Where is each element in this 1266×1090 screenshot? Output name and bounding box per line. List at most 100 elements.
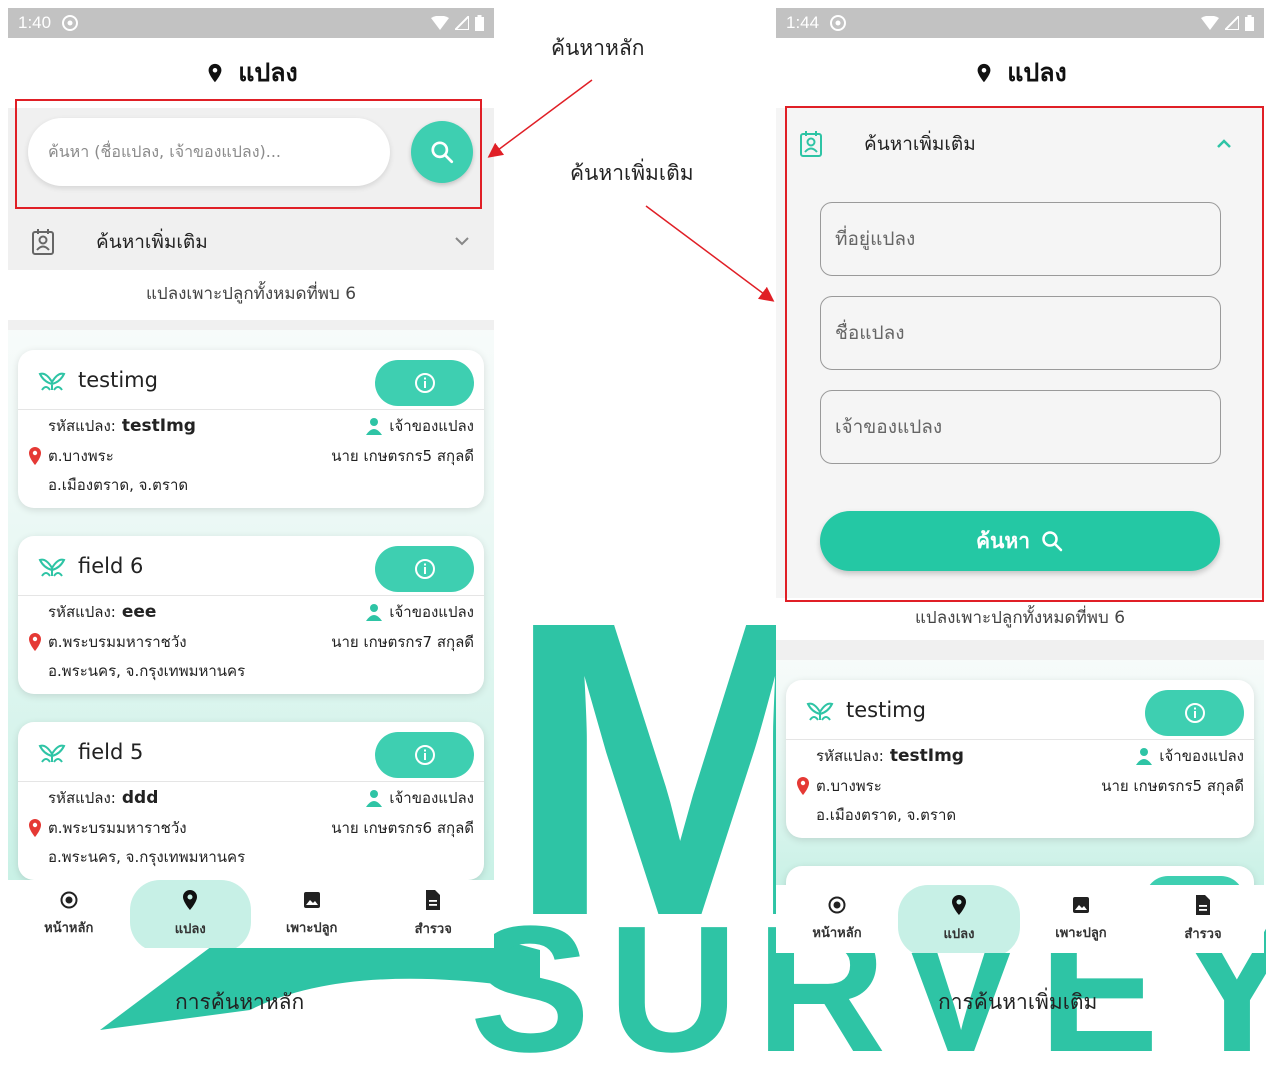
contact-card-icon [32,228,54,255]
code-label: รหัสแปลง: [816,747,884,765]
bottom-nav: หน้าหลัก แปลง เพาะปลูก สำรวจ [8,880,494,948]
status-bar: 1:40 [8,8,494,38]
nav-label: แปลง [174,921,206,937]
field-list: testimg รหัสแปลง: testImg เจ้าของแปลง ต.บ… [8,330,494,880]
battery-icon [1245,15,1254,31]
status-time: 1:44 [786,13,820,32]
annotation-main-search: ค้นหาหลัก [551,36,645,60]
field-code: testImg [121,416,196,436]
status-bar: 1:44 [776,8,1264,38]
field-card[interactable]: testimg รหัสแปลง: testImg เจ้าของแปลง ต.บ… [18,350,484,508]
field-list: testimg รหัสแปลง: testImg เจ้าของแปลง ต.บ… [776,660,1264,885]
subdistrict: ต.พระบรมมหาราชวัง [48,633,187,651]
nav-home[interactable]: หน้าหลัก [8,880,130,948]
field-code: eee [121,602,157,622]
district: อ.พระนคร, จ.กรุงเทพมหานคร [48,848,246,866]
field-card-partial[interactable] [786,866,1254,885]
field-card[interactable]: field 6 รหัสแปลง: eee เจ้าของแปลง ต.พระบร… [18,536,484,694]
owner-name: นาย เกษตรกร7 สกุลดี [331,633,474,651]
image-icon [1073,896,1089,913]
info-icon [414,559,435,579]
nav-survey[interactable]: สำรวจ [373,880,495,948]
info-button[interactable] [375,546,474,592]
person-icon [366,418,383,435]
advanced-search-toggle[interactable]: ค้นหาเพิ่มเติม [8,213,494,270]
info-icon [1184,703,1205,723]
owner-label: เจ้าของแปลง [389,417,474,435]
person-icon [1136,748,1153,765]
info-icon [414,373,435,393]
subdistrict: ต.บางพระ [48,447,114,465]
notification-icon [62,15,79,31]
plant-sprout-icon [806,702,834,721]
owner-label: เจ้าของแปลง [389,789,474,807]
nav-label: หน้าหลัก [44,920,94,936]
advanced-search-highlight [785,106,1264,602]
bottom-nav: หน้าหลัก แปลง เพาะปลูก สำรวจ [776,885,1264,953]
page-header: แปลง [8,38,494,108]
wifi-icon [1201,16,1219,30]
field-card[interactable]: testimg รหัสแปลง: testImg เจ้าของแปลง ต.บ… [786,680,1254,838]
field-card[interactable]: field 5 รหัสแปลง: ddd เจ้าของแปลง ต.พระบร… [18,722,484,880]
page-title: แปลง [238,58,298,87]
radio-target-icon [60,891,78,908]
radio-target-icon [828,896,846,913]
code-label: รหัสแปลง: [48,417,116,435]
card-title: testimg [78,367,158,392]
nav-home[interactable]: หน้าหลัก [776,885,898,953]
info-icon [414,745,435,765]
chevron-down-icon [455,237,469,246]
info-button[interactable] [1145,876,1244,885]
notification-icon [830,15,847,31]
info-button[interactable] [1145,690,1244,736]
nav-survey[interactable]: สำรวจ [1142,885,1264,953]
map-pin-icon [952,894,966,915]
person-icon [366,604,383,621]
nav-planting[interactable]: เพาะปลูก [251,880,373,948]
plant-sprout-icon [38,558,66,577]
result-count: แปลงเพาะปลูกทั้งหมดที่พบ 6 [145,284,357,304]
nav-fields[interactable]: แปลง [898,885,1020,953]
district: อ.เมืองตราด, จ.ตราด [816,806,957,824]
annotation-arrows [487,79,775,302]
code-label: รหัสแปลง: [48,789,116,807]
caption-advanced-search: การค้นหาเพิ่มเติม [938,990,1098,1014]
code-label: รหัสแปลง: [48,603,116,621]
nav-label: เพาะปลูก [286,920,338,936]
location-pin-icon [29,819,41,837]
status-time: 1:40 [18,13,52,32]
location-pin-icon [29,447,41,465]
document-icon [1196,894,1210,915]
owner-label: เจ้าของแปลง [389,603,474,621]
info-button[interactable] [375,360,474,406]
plant-sprout-icon [38,372,66,391]
info-button[interactable] [375,732,474,778]
nav-fields[interactable]: แปลง [129,880,252,948]
wifi-icon [431,16,449,30]
nav-label: หน้าหลัก [812,925,862,941]
card-title: field 6 [78,553,144,578]
divider [776,640,1264,660]
field-code: testImg [889,746,964,766]
nav-planting[interactable]: เพาะปลูก [1020,885,1142,953]
subdistrict: ต.บางพระ [816,777,882,795]
district: อ.เมืองตราด, จ.ตราด [48,476,189,494]
nav-label: สำรวจ [414,921,452,937]
arrow-to-main-search [487,79,593,158]
map-pin-icon [208,63,222,83]
plant-sprout-icon [38,744,66,763]
page-header: แปลง [776,38,1264,108]
district: อ.พระนคร, จ.กรุงเทพมหานคร [48,662,246,680]
main-search-highlight [15,99,482,209]
owner-label: เจ้าของแปลง [1159,747,1244,765]
nav-label: เพาะปลูก [1055,925,1107,941]
card-title: testimg [846,697,926,722]
result-count: แปลงเพาะปลูกทั้งหมดที่พบ 6 [914,608,1126,628]
nav-label: แปลง [943,926,975,942]
owner-name: นาย เกษตรกร5 สกุลดี [1101,777,1244,795]
card-title: field 5 [78,739,144,764]
location-pin-icon [797,777,809,795]
arrow-to-advanced-search [645,205,775,302]
subdistrict: ต.พระบรมมหาราชวัง [48,819,187,837]
map-pin-icon [977,63,991,83]
